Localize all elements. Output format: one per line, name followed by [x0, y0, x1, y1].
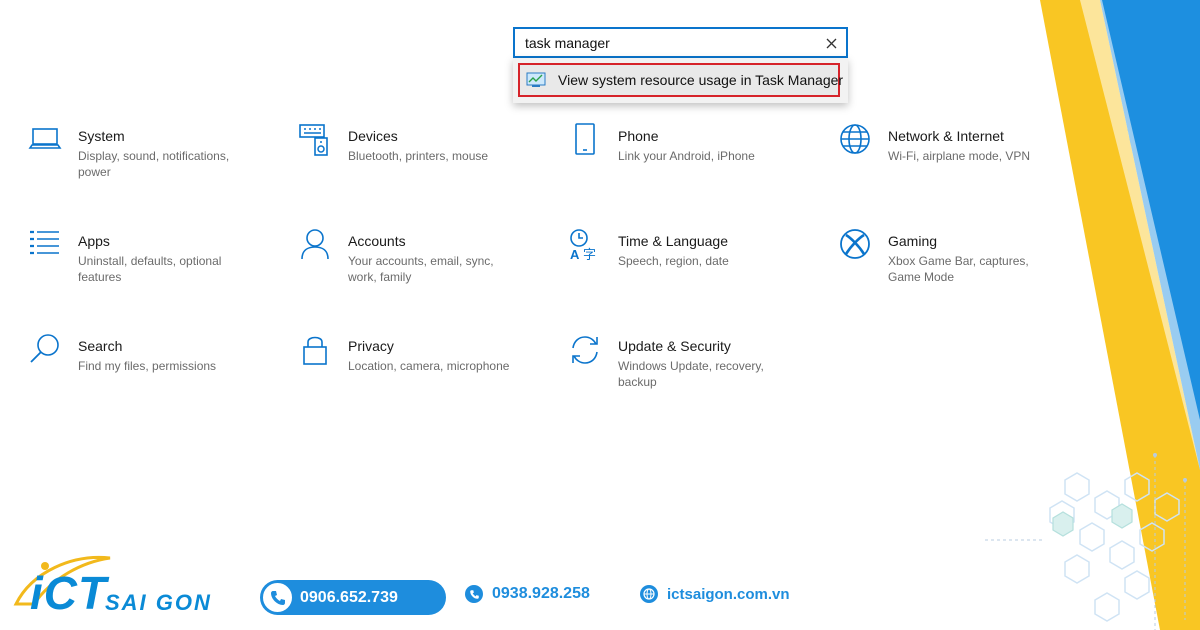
time-language-icon: A 字 [570, 229, 596, 262]
hotline-1[interactable]: 0906.652.739 [260, 580, 446, 615]
tile-title: Privacy [348, 338, 394, 354]
website-link[interactable]: ictsaigon.com.vn [640, 585, 790, 603]
svg-text:A: A [570, 247, 580, 262]
tile-description: Location, camera, microphone [348, 359, 510, 373]
clear-search-button[interactable] [822, 34, 840, 52]
tile-system[interactable]: System Display, sound, notifications, po… [28, 127, 278, 180]
sync-icon [572, 336, 598, 364]
hexagon-network-decoration [985, 453, 1187, 630]
close-icon [826, 38, 836, 48]
logo-sub-text: SAI GON [105, 590, 212, 615]
tile-apps[interactable]: Apps Uninstall, defaults, optional featu… [28, 230, 278, 285]
tile-description: Speech, region, date [618, 254, 729, 268]
laptop-icon [28, 128, 62, 149]
svg-text:字: 字 [583, 248, 596, 262]
tile-description: Link your Android, iPhone [618, 149, 755, 163]
tile-search[interactable]: Search Find my files, permissions [28, 334, 278, 374]
tile-title: Phone [618, 128, 659, 144]
suggestion-task-manager[interactable]: View system resource usage in Task Manag… [518, 63, 844, 97]
phone-number-2: 0938.928.258 [492, 585, 590, 602]
phone-handset-icon [465, 585, 483, 603]
tile-description: Uninstall, defaults, optional features [78, 254, 222, 284]
globe-icon [640, 585, 658, 603]
search-input[interactable] [525, 29, 805, 56]
search-icon [30, 334, 59, 363]
tile-update-security[interactable]: Update & Security Windows Update, recove… [568, 336, 818, 390]
logo-main-text: iCT [30, 567, 108, 619]
ict-saigon-logo: iCT SAI GON [12, 552, 232, 622]
tile-devices[interactable]: Devices Bluetooth, printers, mouse [298, 124, 548, 164]
tile-title: Search [78, 338, 123, 354]
phone-icon [575, 123, 595, 155]
person-icon [301, 229, 329, 260]
task-manager-icon [526, 72, 546, 88]
keyboard-speaker-icon [299, 124, 328, 156]
apps-list-icon [30, 230, 59, 255]
tile-title: Gaming [888, 233, 938, 249]
tile-description: Find my files, permissions [78, 359, 217, 373]
tile-title: Devices [348, 128, 398, 144]
tile-description: Xbox Game Bar, captures, Game Mode [888, 254, 1029, 284]
hotline-2[interactable]: 0938.928.258 [465, 585, 590, 603]
tile-title: Time & Language [618, 233, 728, 249]
tile-title: Apps [78, 233, 110, 249]
tile-phone[interactable]: Phone Link your Android, iPhone [568, 123, 818, 164]
tile-description: Bluetooth, printers, mouse [348, 149, 489, 163]
tile-time-language[interactable]: A 字 Time & Language Speech, region, date [568, 229, 818, 269]
search-suggestions: View system resource usage in Task Manag… [513, 58, 848, 103]
tile-description: Wi-Fi, airplane mode, VPN [888, 149, 1031, 163]
tile-accounts[interactable]: Accounts Your accounts, email, sync, wor… [298, 229, 548, 285]
tile-description: Your accounts, email, sync, work, family [348, 254, 494, 284]
tile-description: Windows Update, recovery, backup [618, 359, 764, 389]
phone-number-1: 0906.652.739 [300, 588, 398, 606]
lock-icon [303, 336, 327, 365]
website-text: ictsaigon.com.vn [667, 585, 790, 603]
tile-title: Accounts [348, 233, 406, 249]
tile-title: Network & Internet [888, 128, 1004, 144]
search-box[interactable] [513, 27, 848, 58]
suggestion-label: View system resource usage in Task Manag… [558, 72, 844, 88]
phone-handset-icon [261, 581, 294, 614]
tile-title: Update & Security [618, 338, 731, 354]
globe-icon [840, 124, 870, 154]
tile-title: System [78, 128, 125, 144]
tile-description: Display, sound, notifications, power [78, 149, 230, 179]
xbox-icon [840, 229, 870, 259]
tile-privacy[interactable]: Privacy Location, camera, microphone [298, 336, 548, 374]
